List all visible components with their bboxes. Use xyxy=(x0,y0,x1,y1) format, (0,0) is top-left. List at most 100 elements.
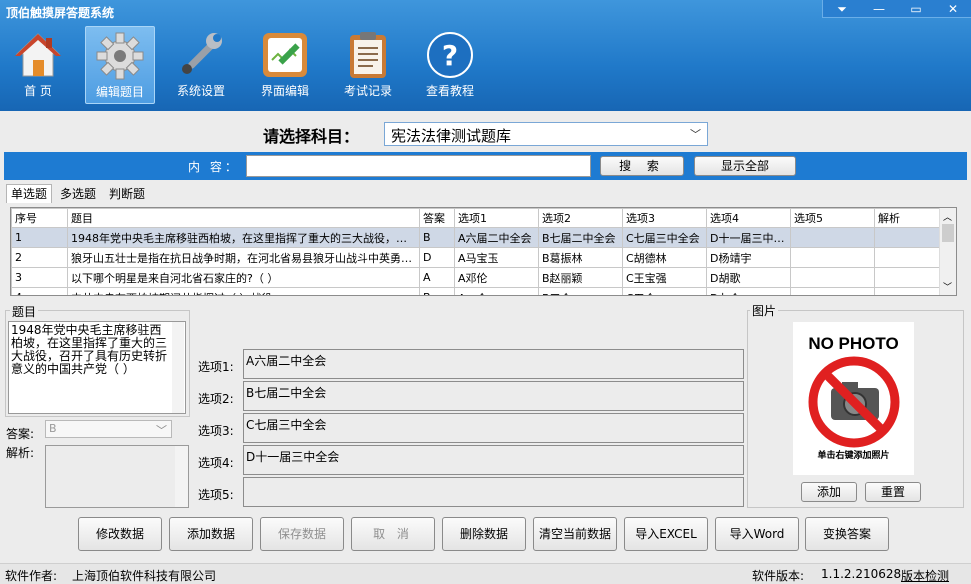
option-field[interactable]: A六届二中全会 xyxy=(243,349,744,379)
search-input[interactable] xyxy=(246,155,591,177)
toolbar-exam-records[interactable]: 考试记录 xyxy=(333,26,403,104)
column-header[interactable]: 选项5 xyxy=(790,208,875,228)
table-cell: 2 xyxy=(11,247,68,268)
toolbar-system-settings[interactable]: 系统设置 xyxy=(166,26,236,104)
clipboard-icon xyxy=(343,30,393,80)
svg-text:?: ? xyxy=(442,39,458,72)
column-header[interactable]: 选项3 xyxy=(622,208,707,228)
table-cell: 以下哪个明星是来自河北省石家庄的?（ ） xyxy=(67,267,420,288)
analysis-textarea[interactable] xyxy=(45,445,189,508)
table-cell: 中共中央在西柏坡期间共指挥过（ ）战役 xyxy=(67,287,420,295)
app-title: 顶伯触摸屏答题系统 xyxy=(6,6,115,20)
column-header[interactable]: 选项4 xyxy=(706,208,791,228)
column-header[interactable]: 解析 xyxy=(874,208,944,228)
close-icon[interactable]: ✕ xyxy=(934,0,971,18)
toolbar-ui-edit[interactable]: 界面编辑 xyxy=(250,26,320,104)
import-excel-button[interactable]: 导入EXCEL xyxy=(624,517,708,551)
table-cell: B xyxy=(419,227,455,248)
column-header[interactable]: 序号 xyxy=(11,208,68,228)
edit-board-icon xyxy=(260,30,310,80)
subject-label: 请选择科目： xyxy=(263,127,360,146)
add-data-button[interactable]: 添加数据 xyxy=(169,517,253,551)
help-icon: ? xyxy=(425,30,475,80)
add-photo-button[interactable]: 添加 xyxy=(801,482,857,502)
table-cell: C王宝强 xyxy=(622,267,707,288)
option-label: 选项3: xyxy=(198,424,234,438)
table-cell: B xyxy=(419,287,455,295)
scroll-up-icon[interactable]: ︿ xyxy=(943,210,952,223)
column-header[interactable]: 题目 xyxy=(67,208,420,228)
import-word-button[interactable]: 导入Word xyxy=(715,517,799,551)
table-cell xyxy=(790,287,875,295)
tab-true-false[interactable]: 判断题 xyxy=(104,184,150,203)
subject-select[interactable]: 宪法法律测试题库 ﹀ xyxy=(384,122,708,146)
table-row[interactable]: 2狼牙山五壮士是指在抗日战争时期，在河北省易县狼牙山战斗中英勇抗击日寇的八路军五… xyxy=(11,247,944,268)
search-button[interactable]: 搜 索 xyxy=(600,156,684,176)
status-bar: 软件作者: 上海顶伯软件科技有限公司 软件版本: 1.1.2.210628 版本… xyxy=(0,563,971,584)
modify-data-button[interactable]: 修改数据 xyxy=(78,517,162,551)
dropdown-arrow-icon[interactable]: ⏷ xyxy=(823,0,861,18)
toolbar-home[interactable]: 首 页 xyxy=(3,26,73,104)
table-cell: A马宝玉 xyxy=(454,247,539,268)
photo-hint: 单击右键添加照片 xyxy=(817,451,890,461)
minimize-icon[interactable]: — xyxy=(860,0,898,18)
no-photo-text: NO PHOTO xyxy=(808,334,899,353)
window-controls: ⏷ — ▭ ✕ xyxy=(822,0,971,18)
answer-label: 答案: xyxy=(6,427,35,441)
picture-group-label: 图片 xyxy=(750,302,779,319)
table-cell: 狼牙山五壮士是指在抗日战争时期，在河北省易县狼牙山战斗中英勇抗击日寇的八路军五位… xyxy=(67,247,420,268)
show-all-button[interactable]: 显示全部 xyxy=(694,156,796,176)
table-row[interactable]: 11948年党中央毛主席移驻西柏坡，在这里指挥了重大的三大战役，召开了具有历史转… xyxy=(11,227,944,248)
toolbar-label: 首 页 xyxy=(24,84,52,98)
analysis-scrollbar[interactable] xyxy=(175,446,188,507)
reset-photo-button[interactable]: 重置 xyxy=(865,482,921,502)
photo-placeholder[interactable]: NO PHOTO 单击右键添加照片 xyxy=(793,322,914,475)
toolbar-edit-questions[interactable]: 编辑题目 xyxy=(85,26,155,104)
delete-data-button[interactable]: 删除数据 xyxy=(442,517,526,551)
cancel-button[interactable]: 取 消 xyxy=(351,517,435,551)
column-header[interactable]: 选项1 xyxy=(454,208,539,228)
tab-single-choice[interactable]: 单选题 xyxy=(6,184,53,203)
table-cell: D十一届三中全会 xyxy=(706,227,791,248)
swap-answers-button[interactable]: 变换答案 xyxy=(805,517,889,551)
option-field[interactable]: D十一届三中全会 xyxy=(243,445,744,475)
table-cell: 3 xyxy=(11,267,68,288)
tab-multiple-choice[interactable]: 多选题 xyxy=(55,184,101,203)
table-cell xyxy=(874,227,944,248)
table-cell: 4 xyxy=(11,287,68,295)
column-header[interactable]: 答案 xyxy=(419,208,455,228)
chevron-down-icon: ﹀ xyxy=(156,424,167,437)
table-row[interactable]: 4中共中央在西柏坡期间共指挥过（ ）战役BA一个B三个C五个D七个 xyxy=(11,287,944,295)
question-scrollbar[interactable] xyxy=(172,322,184,413)
toolbar-label: 查看教程 xyxy=(425,84,474,98)
option-field[interactable]: B七届二中全会 xyxy=(243,381,744,411)
author-name: 上海顶伯软件科技有限公司 xyxy=(72,569,217,583)
analysis-label: 解析: xyxy=(6,446,35,460)
home-icon xyxy=(13,30,63,80)
option-field[interactable]: C七届三中全会 xyxy=(243,413,744,443)
table-cell: 1948年党中央毛主席移驻西柏坡，在这里指挥了重大的三大战役，召开了具有历史转折… xyxy=(67,227,420,248)
wrench-icon xyxy=(176,30,226,80)
scroll-thumb[interactable] xyxy=(942,224,954,242)
column-header[interactable]: 选项2 xyxy=(538,208,623,228)
maximize-icon[interactable]: ▭ xyxy=(897,0,935,18)
toolbar-label: 系统设置 xyxy=(176,84,225,98)
save-data-button[interactable]: 保存数据 xyxy=(260,517,344,551)
answer-value: B xyxy=(49,422,57,435)
table-scrollbar[interactable]: ︿ ﹀ xyxy=(939,208,956,295)
option-field[interactable] xyxy=(243,477,744,507)
clear-current-data-button[interactable]: 清空当前数据 xyxy=(533,517,617,551)
answer-select[interactable]: B ﹀ xyxy=(45,420,172,438)
table-cell: A一个 xyxy=(454,287,539,295)
table-cell: D七个 xyxy=(706,287,791,295)
table-cell: B三个 xyxy=(538,287,623,295)
question-group-label: 题目 xyxy=(10,303,39,320)
content-label: 内 容： xyxy=(188,160,240,174)
version-check-link[interactable]: 版本检测 xyxy=(901,567,949,584)
table-row[interactable]: 3 以下哪个明星是来自河北省石家庄的?（ ） A A邓伦 B赵丽颖 C王宝强 D胡歌 xyxy=(11,267,944,288)
table-cell: D xyxy=(419,247,455,268)
question-textarea[interactable]: 1948年党中央毛主席移驻西柏坡，在这里指挥了重大的三大战役，召开了具有历史转折… xyxy=(8,321,186,414)
subject-selected-value: 宪法法律测试题库 xyxy=(391,127,512,145)
scroll-down-icon[interactable]: ﹀ xyxy=(943,280,952,293)
toolbar-tutorial[interactable]: ? 查看教程 xyxy=(415,26,485,104)
